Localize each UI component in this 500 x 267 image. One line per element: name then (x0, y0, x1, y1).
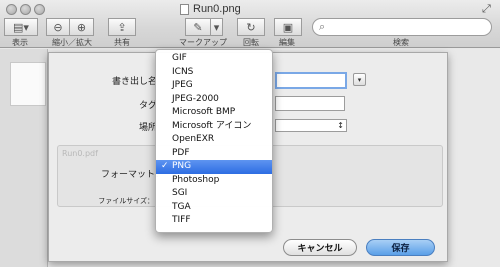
zoom-window-button[interactable] (34, 4, 45, 15)
markup-label: マークアップ (179, 38, 227, 47)
document-icon (180, 3, 189, 15)
format-menu-item-selected[interactable]: ✓ PNG (156, 160, 272, 174)
fullscreen-icon[interactable]: ⤢ (482, 3, 494, 15)
window-title: Run0.png (193, 3, 241, 15)
zoom-label: 縮小／拡大 (52, 38, 92, 47)
search-label: 検索 (393, 38, 409, 47)
chevron-down-icon: ▾ (357, 76, 362, 84)
rotate-button-group: ↻ (237, 18, 265, 36)
view-button[interactable]: ▤▾ (4, 18, 38, 36)
ghost-filename: Run0.pdf (62, 149, 98, 158)
checkmark-icon: ✓ (161, 161, 169, 171)
filesize-label: ファイルサイズ： (98, 197, 154, 205)
sidebar-view-icon: ▤▾ (13, 20, 29, 34)
expand-sheet-button[interactable]: ▾ (353, 73, 366, 86)
format-menu-item[interactable]: SGI (156, 187, 272, 201)
edit-button-group: ▣ (274, 18, 302, 36)
share-button-group: ⇪ (108, 18, 136, 36)
page-thumbnail[interactable] (10, 62, 46, 106)
format-menu-item[interactable]: Microsoft アイコン (156, 120, 272, 134)
where-popup[interactable]: ↕ (275, 119, 347, 132)
preview-window: Run0.png ⤢ ▤▾ 表示 ⊖ ⊕ 縮小／拡大 ⇪ 共有 ✎ ▾ マークア… (0, 0, 500, 267)
format-menu-item[interactable]: OpenEXR (156, 133, 272, 147)
window-title-area: Run0.png (180, 2, 241, 16)
rotate-icon: ↻ (246, 20, 256, 34)
rotate-label: 回転 (243, 38, 259, 47)
share-icon: ⇪ (117, 20, 127, 34)
minimize-window-button[interactable] (20, 4, 31, 15)
format-menu-item[interactable]: PDF (156, 147, 272, 161)
zoom-out-button[interactable]: ⊖ (46, 18, 70, 36)
markup-menu-button[interactable]: ▾ (211, 18, 223, 36)
close-window-button[interactable] (6, 4, 17, 15)
share-button[interactable]: ⇪ (108, 18, 136, 36)
format-menu-item[interactable]: Microsoft BMP (156, 106, 272, 120)
format-menu-item[interactable]: GIF (156, 52, 272, 66)
format-menu-item[interactable]: ICNS (156, 66, 272, 80)
export-as-label: 書き出し名 (111, 77, 157, 87)
edit-toolbox-icon: ▣ (282, 20, 294, 34)
search-field[interactable]: ⌕ (312, 18, 492, 36)
markup-button[interactable]: ✎ (185, 18, 211, 36)
edit-button[interactable]: ▣ (274, 18, 302, 36)
zoom-in-button[interactable]: ⊕ (70, 18, 94, 36)
rotate-button[interactable]: ↻ (237, 18, 265, 36)
zoom-button-group: ⊖ ⊕ (46, 18, 94, 36)
format-menu-item[interactable]: TGA (156, 201, 272, 215)
format-menu-item[interactable]: JPEG-2000 (156, 93, 272, 107)
cancel-button[interactable]: キャンセル (283, 239, 357, 256)
format-menu-item[interactable]: Photoshop (156, 174, 272, 188)
share-label: 共有 (114, 38, 130, 47)
zoom-in-icon: ⊕ (76, 20, 87, 34)
zoom-out-icon: ⊖ (53, 20, 63, 34)
chevron-down-icon: ▾ (213, 20, 220, 34)
format-menu: GIF ICNS JPEG JPEG-2000 Microsoft BMP Mi… (155, 49, 273, 233)
view-button-group: ▤▾ (4, 18, 38, 36)
export-name-field[interactable] (275, 72, 347, 89)
view-label: 表示 (12, 38, 28, 47)
updown-chevron-icon: ↕ (337, 121, 344, 130)
title-bar: Run0.png ⤢ ▤▾ 表示 ⊖ ⊕ 縮小／拡大 ⇪ 共有 ✎ ▾ マークア… (0, 0, 500, 48)
markup-button-group: ✎ ▾ (185, 18, 223, 36)
format-menu-item[interactable]: TIFF (156, 214, 272, 228)
format-menu-item[interactable]: JPEG (156, 79, 272, 93)
save-button[interactable]: 保存 (366, 239, 435, 256)
tags-field[interactable] (275, 96, 345, 111)
edit-label: 編集 (279, 38, 295, 47)
magnifier-icon: ⌕ (319, 20, 326, 33)
pen-icon: ✎ (193, 20, 203, 34)
